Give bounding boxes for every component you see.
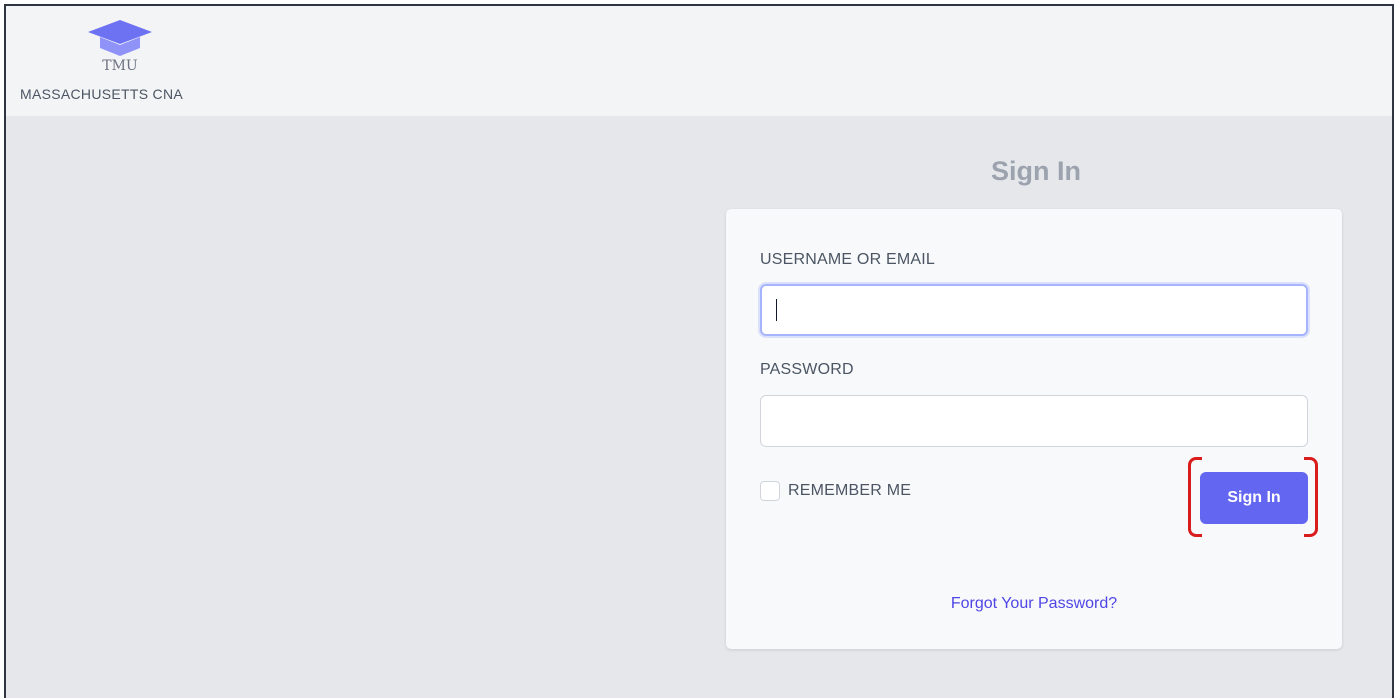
username-label: USERNAME OR EMAIL [760,251,935,268]
username-input[interactable] [760,284,1308,336]
password-input[interactable] [760,395,1308,447]
remember-me-control[interactable]: REMEMBER ME [760,479,911,503]
text-caret [776,299,777,321]
brand-logo-link[interactable]: TMU MASSACHUSETTS CNA [18,18,228,108]
remember-me-checkbox[interactable] [760,481,780,501]
brand-name: MASSACHUSETTS CNA [20,86,184,102]
logo-text: TMU [102,58,138,74]
password-label: PASSWORD [760,361,854,378]
forgot-password-link[interactable]: Forgot Your Password? [726,595,1342,613]
graduation-cap-icon [88,20,152,56]
sign-in-button[interactable]: Sign In [1200,472,1308,524]
login-card: USERNAME OR EMAIL PASSWORD REMEMBER ME S… [726,209,1342,649]
page-title: Sign In [991,156,1081,186]
remember-me-label: REMEMBER ME [788,482,912,499]
top-bar: TMU MASSACHUSETTS CNA [6,6,1392,116]
browser-frame: TMU MASSACHUSETTS CNA Sign In USERNAME O… [4,4,1394,698]
